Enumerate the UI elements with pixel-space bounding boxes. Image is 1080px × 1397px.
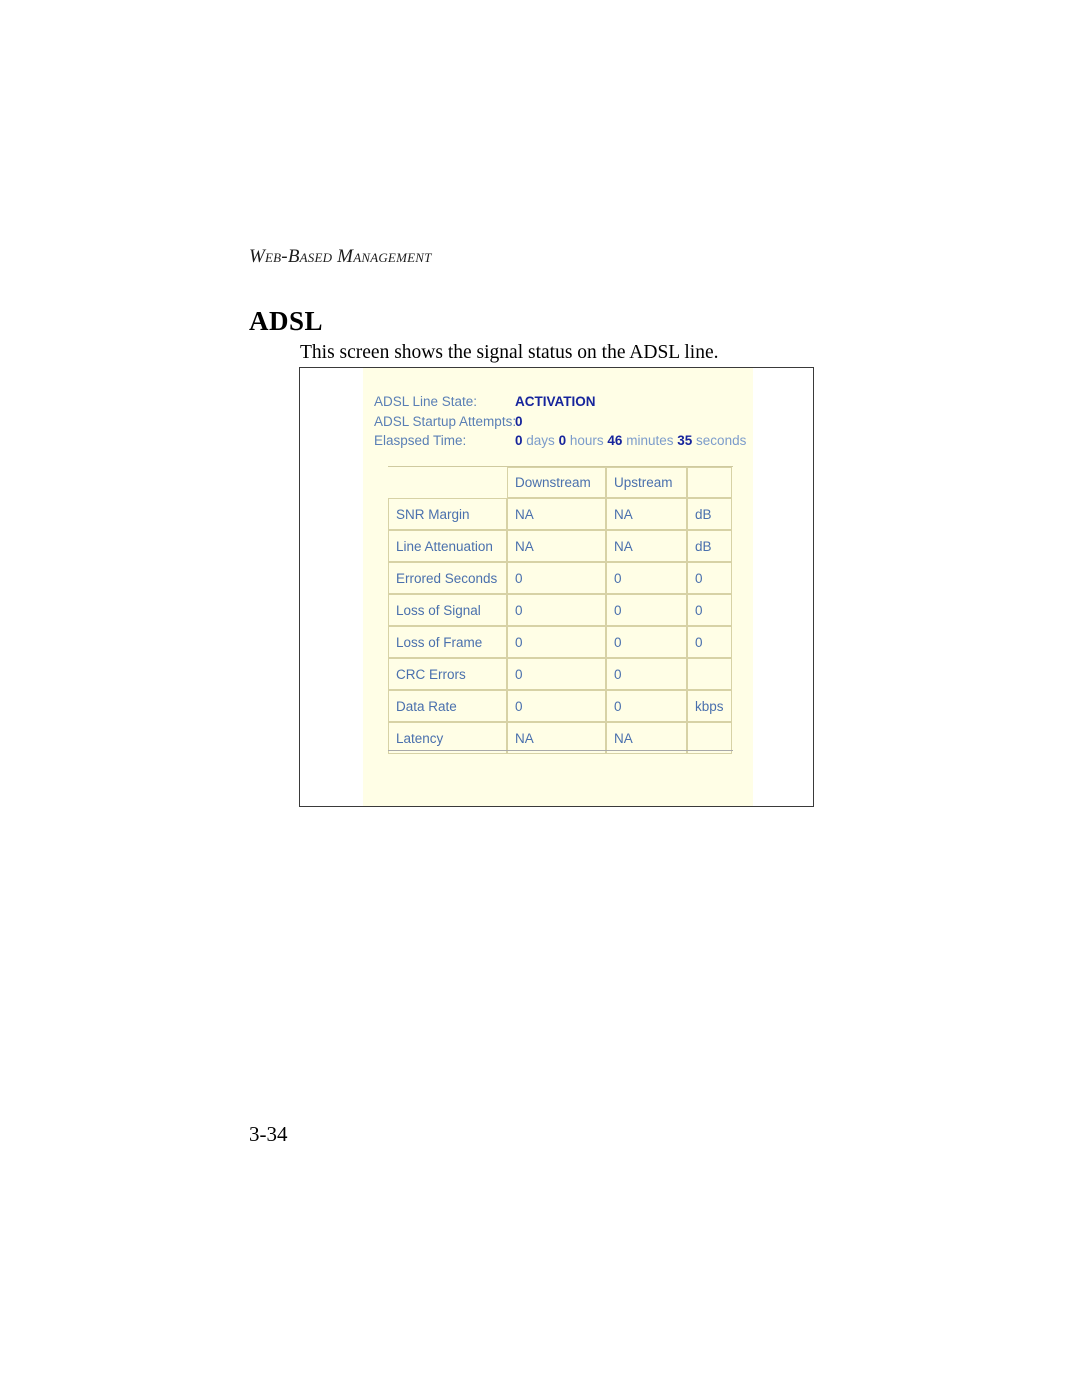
adsl-line-state-row: ADSL Line State: ACTIVATION bbox=[374, 392, 746, 412]
row-label: Errored Seconds bbox=[388, 562, 507, 594]
intro-paragraph: This screen shows the signal status on t… bbox=[300, 342, 719, 363]
row-upstream: NA bbox=[606, 498, 687, 530]
header-cell-blank bbox=[388, 467, 507, 498]
page-title: ADSL bbox=[249, 306, 324, 336]
row-upstream: 0 bbox=[606, 626, 687, 658]
row-label: Loss of Signal bbox=[388, 594, 507, 626]
row-unit: 0 bbox=[687, 562, 732, 594]
running-head: Web-Based Management bbox=[249, 246, 432, 267]
row-unit: dB bbox=[687, 530, 732, 562]
header-cell-upstream: Upstream bbox=[606, 467, 687, 498]
adsl-line-state-value: ACTIVATION bbox=[515, 394, 596, 409]
elapsed-hours-value: 0 bbox=[558, 433, 567, 448]
table-row: SNR Margin NA NA dB bbox=[388, 498, 732, 530]
adsl-statistics-table: Downstream Upstream SNR Margin NA NA dB … bbox=[388, 467, 732, 754]
row-label: Loss of Frame bbox=[388, 626, 507, 658]
row-unit: dB bbox=[687, 498, 732, 530]
row-unit bbox=[687, 658, 732, 690]
adsl-startup-attempts-row: ADSL Startup Attempts:0 bbox=[374, 412, 746, 432]
row-unit: kbps bbox=[687, 690, 732, 722]
row-downstream: 0 bbox=[507, 658, 606, 690]
adsl-status-panel: ADSL Line State: ACTIVATION ADSL Startup … bbox=[363, 368, 753, 806]
elapsed-days-value: 0 bbox=[515, 433, 523, 448]
row-downstream: NA bbox=[507, 530, 606, 562]
row-label: CRC Errors bbox=[388, 658, 507, 690]
table-row: Line Attenuation NA NA dB bbox=[388, 530, 732, 562]
row-downstream: NA bbox=[507, 498, 606, 530]
table-row: Data Rate 0 0 kbps bbox=[388, 690, 732, 722]
adsl-startup-attempts-value: 0 bbox=[515, 413, 523, 429]
table-bottom-rule bbox=[388, 750, 733, 751]
row-downstream: 0 bbox=[507, 626, 606, 658]
row-label: Line Attenuation bbox=[388, 530, 507, 562]
row-downstream: 0 bbox=[507, 562, 606, 594]
adsl-line-state-label: ADSL Line State: bbox=[374, 394, 478, 409]
elapsed-seconds-value: 35 bbox=[677, 433, 693, 448]
table-row: CRC Errors 0 0 bbox=[388, 658, 732, 690]
adsl-statistics-table-body: Downstream Upstream SNR Margin NA NA dB … bbox=[388, 467, 732, 754]
elapsed-minutes-value: 46 bbox=[607, 433, 623, 448]
table-header-row: Downstream Upstream bbox=[388, 467, 732, 498]
elapsed-hours-unit: hours bbox=[569, 433, 604, 448]
header-cell-unit bbox=[687, 467, 732, 498]
row-downstream: 0 bbox=[507, 690, 606, 722]
adsl-elapsed-time-row: Elaspsed Time: 0 days 0 hours 46 minutes … bbox=[374, 431, 746, 451]
elapsed-days-unit: days bbox=[526, 433, 555, 448]
row-label: Data Rate bbox=[388, 690, 507, 722]
adsl-screenshot-frame: ADSL Line State: ACTIVATION ADSL Startup … bbox=[299, 367, 814, 807]
table-row: Loss of Signal 0 0 0 bbox=[388, 594, 732, 626]
row-unit: 0 bbox=[687, 594, 732, 626]
adsl-startup-attempts-label: ADSL Startup Attempts: bbox=[374, 413, 517, 429]
page-number: 3-34 bbox=[249, 1122, 288, 1146]
row-unit: 0 bbox=[687, 626, 732, 658]
row-upstream: 0 bbox=[606, 594, 687, 626]
header-cell-downstream: Downstream bbox=[507, 467, 606, 498]
adsl-status-summary: ADSL Line State: ACTIVATION ADSL Startup … bbox=[374, 392, 746, 451]
row-upstream: 0 bbox=[606, 562, 687, 594]
row-upstream: NA bbox=[606, 530, 687, 562]
adsl-elapsed-time-label: Elaspsed Time: bbox=[374, 433, 467, 448]
row-downstream: 0 bbox=[507, 594, 606, 626]
elapsed-seconds-unit: seconds bbox=[696, 433, 747, 448]
row-upstream: 0 bbox=[606, 690, 687, 722]
row-upstream: 0 bbox=[606, 658, 687, 690]
table-row: Loss of Frame 0 0 0 bbox=[388, 626, 732, 658]
elapsed-minutes-unit: minutes bbox=[626, 433, 674, 448]
row-label: SNR Margin bbox=[388, 498, 507, 530]
table-row: Errored Seconds 0 0 0 bbox=[388, 562, 732, 594]
